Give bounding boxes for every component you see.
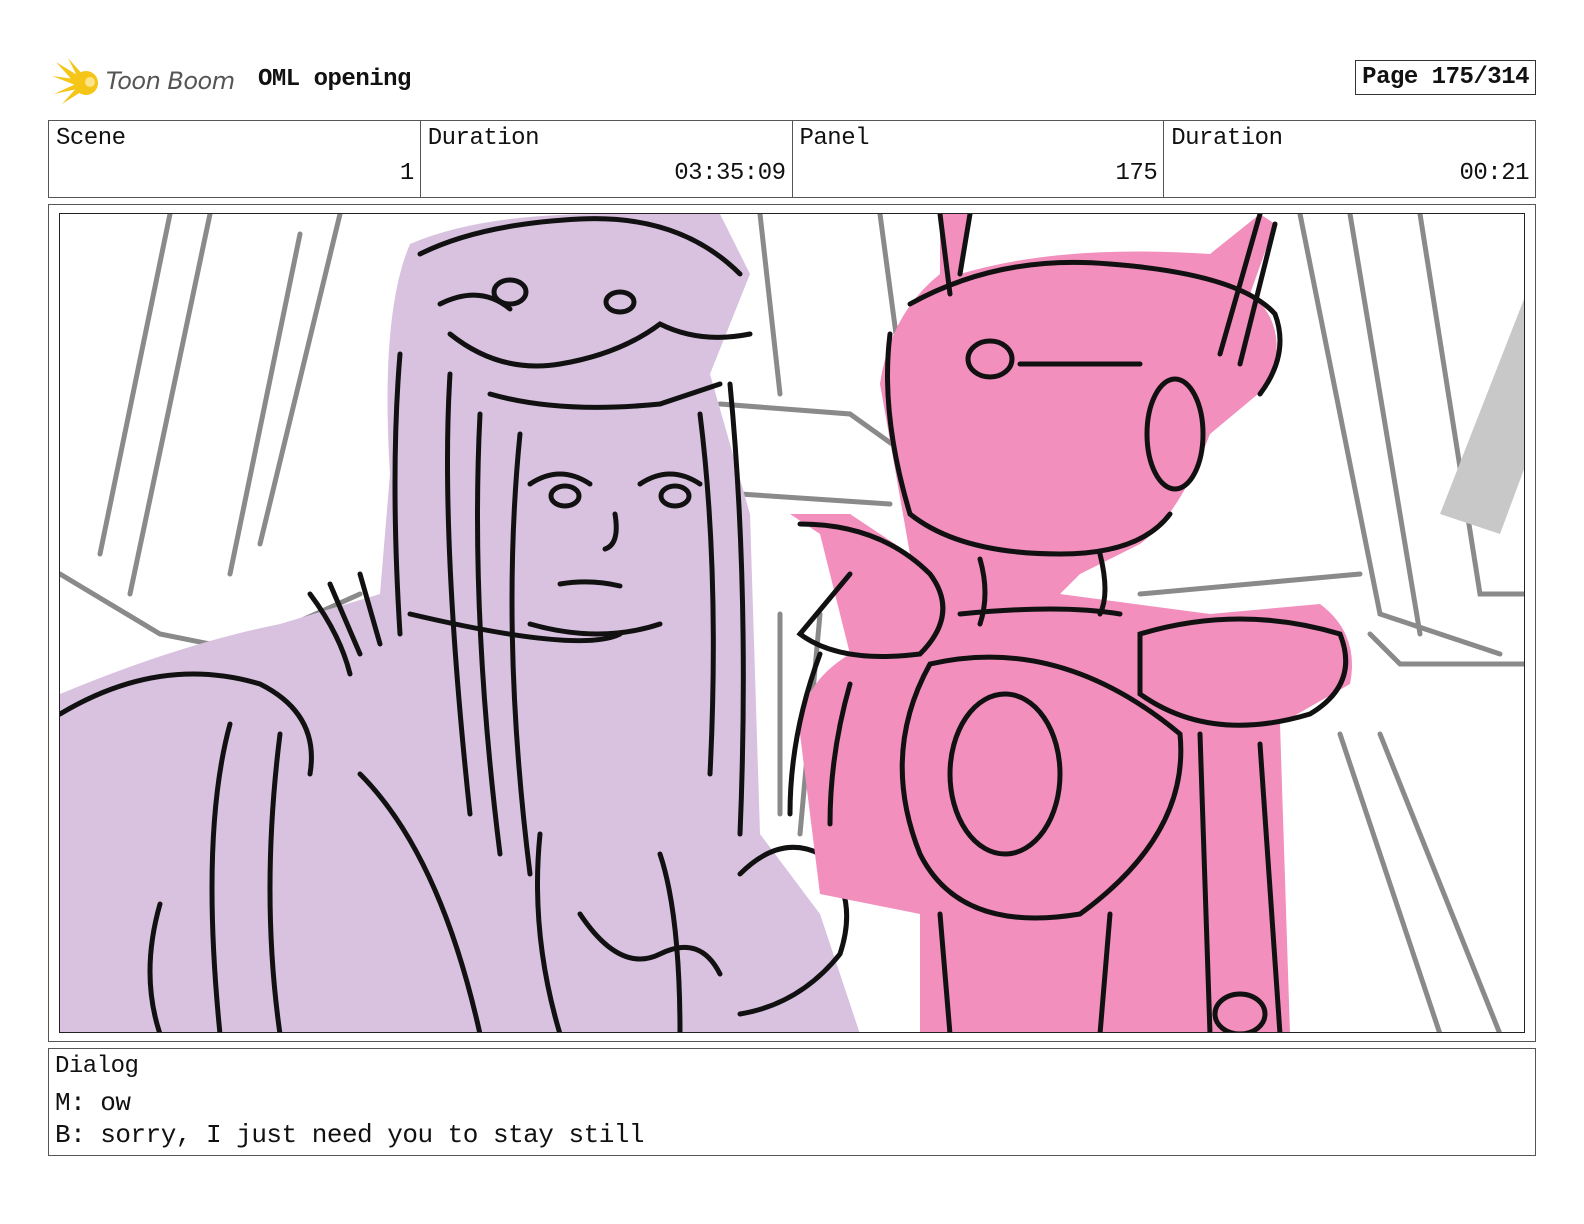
dialog-label: Dialog (55, 1053, 139, 1080)
panel-info-row: Scene 1 Duration 03:35:09 Panel 175 Dura… (48, 120, 1536, 198)
sketch-drawing (60, 214, 1524, 1032)
scene-label: Scene (56, 125, 126, 152)
panel-duration-value: 00:21 (1459, 160, 1529, 187)
dialog-line: M: ow (55, 1088, 131, 1118)
scene-cell: Scene 1 (49, 121, 421, 197)
scene-value: 1 (399, 160, 414, 187)
dialog-lines: M: ow B: sorry, I just need you to stay … (55, 1087, 645, 1151)
storyboard-header: Toon Boom OML opening Page 175/314 (52, 56, 1536, 106)
page-indicator: Page 175/314 (1355, 60, 1536, 95)
panel-cell: Panel 175 (793, 121, 1165, 197)
scene-duration-value: 03:35:09 (674, 160, 786, 187)
toon-boom-logo: Toon Boom (52, 56, 235, 106)
logo-text: Toon Boom (106, 67, 235, 95)
project-title: OML opening (258, 66, 411, 93)
panel-value: 175 (1115, 160, 1158, 187)
scene-duration-cell: Duration 03:35:09 (421, 121, 793, 197)
starburst-icon (52, 58, 98, 104)
panel-label: Panel (799, 125, 870, 152)
panel-duration-label: Duration (1171, 125, 1283, 152)
scene-duration-label: Duration (427, 125, 540, 152)
panel-frame (48, 204, 1536, 1042)
dialog-box: Dialog M: ow B: sorry, I just need you t… (48, 1048, 1536, 1156)
panel-duration-cell: Duration 00:21 (1164, 121, 1535, 197)
storyboard-sketch (59, 213, 1525, 1033)
dialog-line: B: sorry, I just need you to stay still (55, 1120, 645, 1150)
